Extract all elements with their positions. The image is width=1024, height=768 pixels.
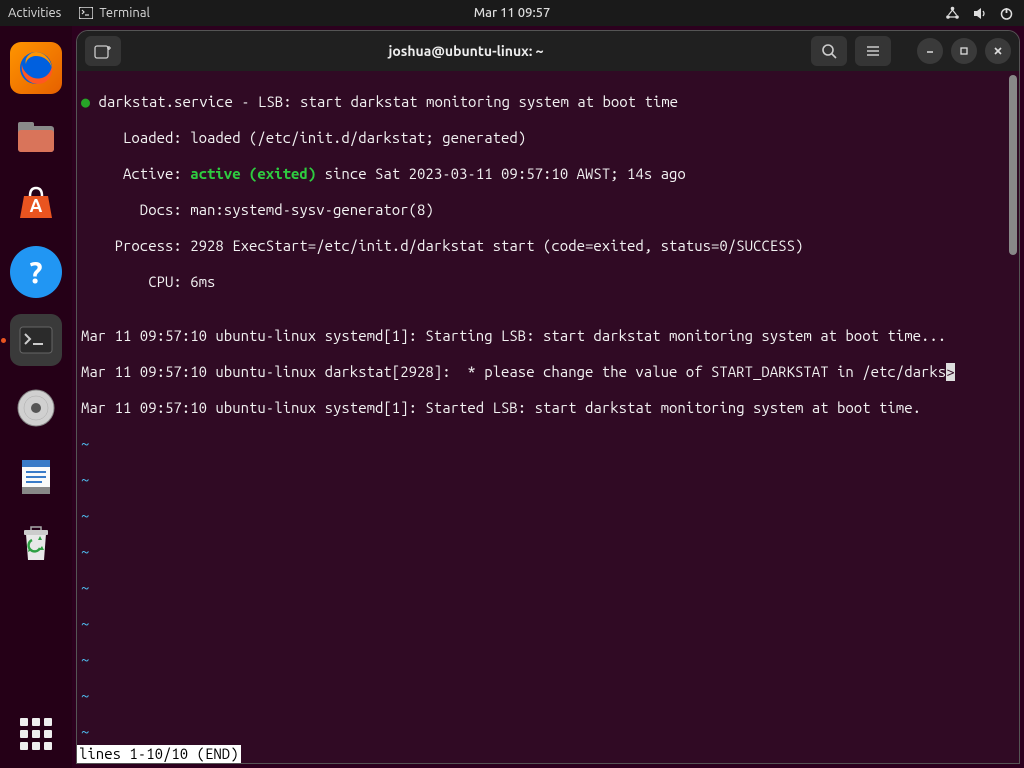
log-line-2: Mar 11 09:57:10 ubuntu-linux darkstat[29…: [81, 363, 946, 380]
menu-button[interactable]: [855, 36, 891, 66]
svg-text:A: A: [30, 196, 43, 216]
volume-icon[interactable]: [972, 6, 987, 21]
pager-tilde: ~: [81, 687, 1015, 705]
power-icon[interactable]: [999, 6, 1014, 21]
cpu-line: CPU: 6ms: [81, 273, 1015, 291]
pager-status: lines 1-10/10 (END): [77, 745, 241, 763]
window-title: joshua@ubuntu-linux: ~: [129, 43, 803, 59]
help-icon: ?: [29, 255, 42, 289]
pager-tilde: ~: [81, 435, 1015, 453]
app-name-label: Terminal: [99, 6, 150, 20]
pager-tilde: ~: [81, 651, 1015, 669]
terminal-window: joshua@ubuntu-linux: ~ ● darkstat.servic…: [76, 30, 1020, 764]
dock-text-editor[interactable]: [10, 450, 62, 502]
status-dot-icon: ●: [81, 93, 90, 110]
activities-button[interactable]: Activities: [8, 6, 61, 20]
pager-tilde: ~: [81, 615, 1015, 633]
terminal-scrollbar[interactable]: [1009, 75, 1017, 255]
active-status: active (exited): [190, 165, 316, 182]
dock-firefox[interactable]: [10, 42, 62, 94]
minimize-button[interactable]: [917, 38, 943, 64]
terminal-content[interactable]: ● darkstat.service - LSB: start darkstat…: [77, 71, 1019, 763]
dock-terminal[interactable]: [10, 314, 62, 366]
show-applications-button[interactable]: [20, 718, 52, 750]
docs-line: Docs: man:systemd-sysv-generator(8): [81, 201, 1015, 219]
pager-tilde: ~: [81, 507, 1015, 525]
pager-tilde: ~: [81, 471, 1015, 489]
dock-software[interactable]: A: [10, 178, 62, 230]
terminal-icon: [79, 7, 93, 19]
dock-trash[interactable]: [10, 518, 62, 570]
active-since: since Sat 2023-03-11 09:57:10 AWST; 14s …: [316, 165, 686, 182]
dock-disk[interactable]: [10, 382, 62, 434]
close-button[interactable]: [985, 38, 1011, 64]
clock[interactable]: Mar 11 09:57: [474, 6, 551, 20]
pager-tilde: ~: [81, 723, 1015, 741]
dock: A ?: [0, 26, 72, 768]
log-line-1: Mar 11 09:57:10 ubuntu-linux systemd[1]:…: [81, 327, 1015, 345]
maximize-button[interactable]: [951, 38, 977, 64]
window-titlebar: joshua@ubuntu-linux: ~: [77, 31, 1019, 71]
top-bar: Activities Terminal Mar 11 09:57: [0, 0, 1024, 26]
log-line-3: Mar 11 09:57:10 ubuntu-linux systemd[1]:…: [81, 399, 1015, 417]
active-label: Active:: [81, 165, 190, 182]
search-button[interactable]: [811, 36, 847, 66]
current-app-indicator[interactable]: Terminal: [79, 6, 150, 20]
loaded-line: Loaded: loaded (/etc/init.d/darkstat; ge…: [81, 129, 1015, 147]
pager-tilde: ~: [81, 543, 1015, 561]
service-header: darkstat.service - LSB: start darkstat m…: [98, 93, 678, 110]
line-continuation-marker: >: [946, 363, 955, 381]
network-icon[interactable]: [945, 6, 960, 21]
process-line: Process: 2928 ExecStart=/etc/init.d/dark…: [81, 237, 1015, 255]
dock-files[interactable]: [10, 110, 62, 162]
pager-tilde: ~: [81, 579, 1015, 597]
new-tab-button[interactable]: [85, 36, 121, 66]
dock-help[interactable]: ?: [10, 246, 62, 298]
